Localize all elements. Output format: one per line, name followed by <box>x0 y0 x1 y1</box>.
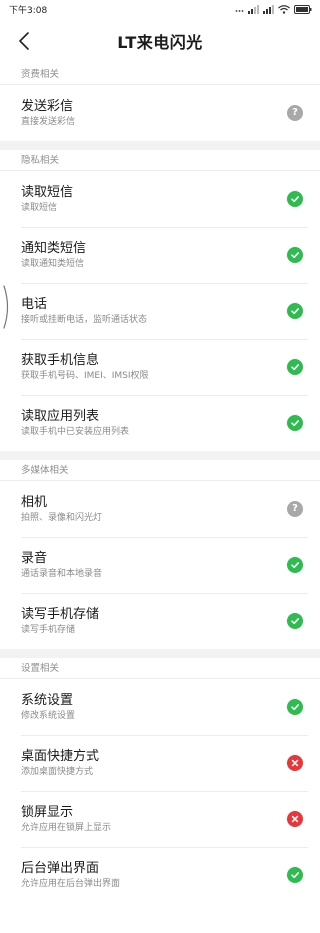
permission-title: 读取应用列表 <box>21 408 100 424</box>
permission-title: 读取短信 <box>21 184 74 200</box>
permission-title: 桌面快捷方式 <box>21 748 100 764</box>
section-divider <box>0 451 320 460</box>
permission-description: 接听或挂断电话，监听通话状态 <box>21 314 148 325</box>
granted-check-icon <box>287 613 303 629</box>
permission-title: 读写手机存储 <box>21 606 100 622</box>
back-button[interactable] <box>12 29 36 53</box>
section-header: 多媒体相关 <box>0 460 320 481</box>
nav-bar: LT来电闪光 <box>0 18 320 64</box>
signal-icon <box>263 4 274 14</box>
permission-description: 允许应用在锁屏上显示 <box>21 822 112 833</box>
permission-row[interactable]: 获取手机信息获取手机号码、IMEI、IMSI权限 <box>0 339 320 395</box>
section-header: 隐私相关 <box>0 150 320 171</box>
section-divider <box>0 649 320 658</box>
section-header: 设置相关 <box>0 658 320 679</box>
edge-swipe-handle-icon[interactable] <box>2 284 12 330</box>
permission-row[interactable]: 锁屏显示允许应用在锁屏上显示 <box>0 791 320 847</box>
permission-row[interactable]: 读取短信 读取短信 <box>0 171 320 227</box>
permission-description: 直接发送彩信 <box>21 116 76 127</box>
permission-description: 获取手机号码、IMEI、IMSI权限 <box>21 370 149 381</box>
battery-icon <box>294 4 312 14</box>
permission-title: 系统设置 <box>21 692 74 708</box>
denied-cross-icon <box>287 811 303 827</box>
section-divider <box>0 141 320 150</box>
unknown-question-icon: ? <box>287 501 303 517</box>
permission-description: 读取通知类短信 <box>21 258 85 269</box>
permission-row[interactable]: 相机拍照、录像和闪光灯? <box>0 481 320 537</box>
permission-description: 读取手机中已安装应用列表 <box>21 426 130 437</box>
permission-title: 锁屏显示 <box>21 804 74 820</box>
permission-title: 通知类短信 <box>21 240 87 256</box>
granted-check-icon <box>287 359 303 375</box>
granted-check-icon <box>287 303 303 319</box>
permission-title: 相机 <box>21 494 48 510</box>
permission-row[interactable]: 系统设置修改系统设置 <box>0 679 320 735</box>
permission-title: 录音 <box>21 550 48 566</box>
unknown-question-icon: ? <box>287 105 303 121</box>
permission-row[interactable]: 桌面快捷方式添加桌面快捷方式 <box>0 735 320 791</box>
status-bar: 下午3:08 <box>0 0 320 18</box>
granted-check-icon <box>287 557 303 573</box>
permission-description: 读写手机存储 <box>21 624 76 635</box>
permission-title: 电话 <box>21 296 48 312</box>
permission-description: 修改系统设置 <box>21 710 76 721</box>
denied-cross-icon <box>287 755 303 771</box>
granted-check-icon <box>287 247 303 263</box>
wifi-icon <box>278 4 290 14</box>
status-icons <box>235 4 312 14</box>
permission-title: 后台弹出界面 <box>21 860 100 876</box>
granted-check-icon <box>287 699 303 715</box>
permission-description: 拍照、录像和闪光灯 <box>21 512 103 523</box>
granted-check-icon <box>287 191 303 207</box>
permission-row[interactable]: 通知类短信读取通知类短信 <box>0 227 320 283</box>
permission-row[interactable]: 读取应用列表读取手机中已安装应用列表 <box>0 395 320 451</box>
permission-description: 允许应用在后台弹出界面 <box>21 878 121 889</box>
granted-check-icon <box>287 415 303 431</box>
page-title: LT来电闪光 <box>117 33 203 52</box>
permission-row[interactable]: 电话接听或挂断电话，监听通话状态 <box>0 283 320 339</box>
back-arrow-icon <box>19 32 29 50</box>
permission-row[interactable]: 发送彩信直接发送彩信? <box>0 85 320 141</box>
section-header: 资费相关 <box>0 64 320 85</box>
permission-description: 通话录音和本地录音 <box>21 568 103 579</box>
permission-sections: 资费相关 发送彩信 直接发送彩信? 隐私相关 读取短信 读取短信 通知类短信 读取通知类短信电… <box>0 64 320 903</box>
status-time: 下午3:08 <box>9 5 48 16</box>
permission-row[interactable]: 后台弹出界面允许应用在后台弹出界面 <box>0 847 320 903</box>
permission-description: 添加桌面快捷方式 <box>21 766 94 777</box>
signal-icon <box>248 4 259 14</box>
permission-row[interactable]: 录音通话录音和本地录音 <box>0 537 320 593</box>
permission-row[interactable]: 读写手机存储 读写手机存储 <box>0 593 320 649</box>
permission-title: 发送彩信 <box>21 98 74 114</box>
granted-check-icon <box>287 867 303 883</box>
permission-description: 读取短信 <box>21 202 58 213</box>
permission-title: 获取手机信息 <box>21 352 100 368</box>
ellipsis-icon <box>235 10 244 12</box>
